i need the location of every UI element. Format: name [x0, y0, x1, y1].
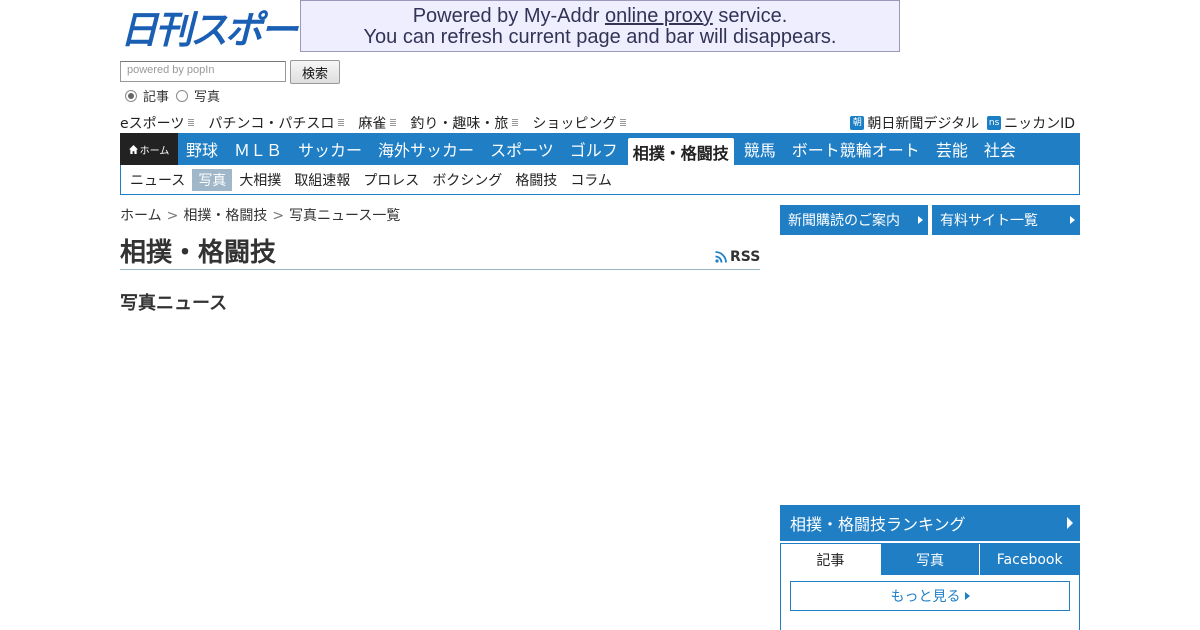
tab-photos[interactable]: 写真: [879, 544, 980, 575]
sub-navigation: eスポーツ パチンコ・パチスロ 麻雀 釣り・趣味・旅 ショッピング: [120, 113, 640, 133]
nav-item-entertainment[interactable]: 芸能: [928, 133, 976, 165]
nav-item-baseball[interactable]: 野球: [178, 133, 226, 165]
nav-item-soccer[interactable]: サッカー: [290, 133, 370, 165]
arrow-right-icon: [1067, 517, 1073, 529]
top-links: 朝 朝日新聞デジタル ns ニッカンID: [850, 113, 1075, 133]
search-type-radios: 記事 写真: [120, 86, 222, 105]
secnav-item-pro-wrestling[interactable]: プロレス: [357, 169, 425, 191]
radio-article[interactable]: [125, 89, 137, 102]
nav-item-boat-keirin-auto[interactable]: ボート競輪オート: [784, 133, 928, 165]
radio-photo[interactable]: [176, 89, 189, 102]
subnav-item-esports[interactable]: eスポーツ: [120, 113, 195, 133]
radio-photo-label: 写真: [194, 90, 221, 105]
dots-icon: [512, 119, 519, 127]
subscription-info-label: 新聞購読のご案内: [788, 213, 900, 229]
nav-item-sports[interactable]: スポーツ: [482, 133, 562, 165]
ranking-header[interactable]: 相撲・格闘技ランキング: [780, 505, 1080, 541]
page-title: 相撲・格闘技: [120, 238, 277, 268]
title-divider: [120, 269, 760, 270]
ns-badge-icon: ns: [987, 116, 1002, 130]
subnav-item-pachinko[interactable]: パチンコ・パチスロ: [208, 113, 345, 133]
dots-icon: [620, 119, 627, 127]
breadcrumb: ホーム > 相撲・格闘技 > 写真ニュース一覧: [120, 205, 400, 225]
asahi-badge-icon: 朝: [850, 116, 865, 130]
secnav-item-photo[interactable]: 写真: [192, 168, 233, 191]
arrow-right-icon: [964, 592, 970, 600]
nav-item-world-soccer[interactable]: 海外サッカー: [370, 133, 482, 165]
subnav-item-shopping[interactable]: ショッピング: [532, 113, 627, 133]
search-input[interactable]: powered by popIn: [120, 61, 286, 82]
online-proxy-link[interactable]: online proxy: [605, 5, 713, 27]
rss-link[interactable]: RSS: [715, 249, 760, 265]
arrow-right-icon: [1070, 216, 1075, 224]
radio-article-label: 記事: [143, 90, 170, 105]
tab-facebook[interactable]: Facebook: [979, 544, 1080, 575]
secnav-item-news[interactable]: ニュース: [124, 169, 191, 191]
dots-icon: [188, 119, 195, 127]
nikkan-id-link[interactable]: ニッカンID: [1004, 113, 1075, 133]
proxy-notice-bar: Powered by My-Addr online proxy service.…: [300, 0, 900, 52]
breadcrumb-home[interactable]: ホーム: [120, 208, 162, 224]
nav-home-label: ホーム: [139, 145, 170, 157]
ranking-tabs: 記事 写真 Facebook: [781, 544, 1080, 575]
ranking-panel: 記事 写真 Facebook もっと見る: [780, 543, 1080, 630]
nav-item-golf[interactable]: ゴルフ: [562, 133, 626, 165]
nav-item-sumo-fighting[interactable]: 相撲・格闘技: [627, 138, 734, 165]
arrow-right-icon: [918, 216, 923, 224]
breadcrumb-category[interactable]: 相撲・格闘技: [183, 208, 267, 224]
see-more-button[interactable]: もっと見る: [790, 581, 1070, 611]
secnav-item-grand-sumo[interactable]: 大相撲: [233, 169, 287, 191]
breadcrumb-separator: >: [166, 208, 179, 224]
home-icon: [128, 144, 138, 154]
nav-item-mlb[interactable]: ＭＬＢ: [226, 133, 290, 165]
subnav-item-mahjong[interactable]: 麻雀: [358, 113, 397, 133]
tab-articles[interactable]: 記事: [781, 544, 880, 575]
secnav-item-bout-results[interactable]: 取組速報: [288, 169, 356, 191]
rss-icon: [715, 251, 727, 263]
paid-sites-button[interactable]: 有料サイト一覧: [932, 205, 1080, 235]
main-navigation: ホーム 野球 ＭＬＢ サッカー 海外サッカー スポーツ ゴルフ 相撲・格闘技 競…: [120, 133, 1080, 165]
secnav-item-martial-arts[interactable]: 格闘技: [509, 169, 563, 191]
site-logo[interactable]: 日刊スポーツ: [120, 8, 300, 52]
asahi-digital-link[interactable]: 朝日新聞デジタル: [867, 113, 979, 133]
rss-label: RSS: [730, 249, 761, 265]
secnav-item-boxing[interactable]: ボクシング: [426, 169, 508, 191]
nav-home[interactable]: ホーム: [120, 133, 178, 165]
see-more-label: もっと見る: [890, 589, 961, 605]
ranking-title: 相撲・格闘技ランキング: [790, 515, 966, 534]
dots-icon: [338, 119, 345, 127]
dots-icon: [390, 119, 397, 127]
paid-sites-label: 有料サイト一覧: [940, 213, 1038, 229]
breadcrumb-current: 写真ニュース一覧: [289, 208, 401, 224]
subnav-item-fishing[interactable]: 釣り・趣味・旅: [410, 113, 519, 133]
section-heading: 写真ニュース: [120, 293, 228, 314]
subscription-info-button[interactable]: 新聞購読のご案内: [780, 205, 928, 235]
proxy-line2: You can refresh current page and bar wil…: [363, 26, 837, 48]
breadcrumb-separator: >: [272, 208, 285, 224]
search-button[interactable]: 検索: [290, 60, 340, 84]
proxy-line1-prefix: Powered by My-Addr: [412, 5, 605, 27]
nav-item-society[interactable]: 社会: [976, 133, 1024, 165]
section-navigation: ニュース 写真 大相撲 取組速報 プロレス ボクシング 格闘技 コラム: [120, 165, 1080, 195]
secnav-item-column[interactable]: コラム: [564, 169, 618, 191]
proxy-line1-suffix: service.: [712, 5, 788, 27]
nav-item-horse-racing[interactable]: 競馬: [736, 133, 784, 165]
